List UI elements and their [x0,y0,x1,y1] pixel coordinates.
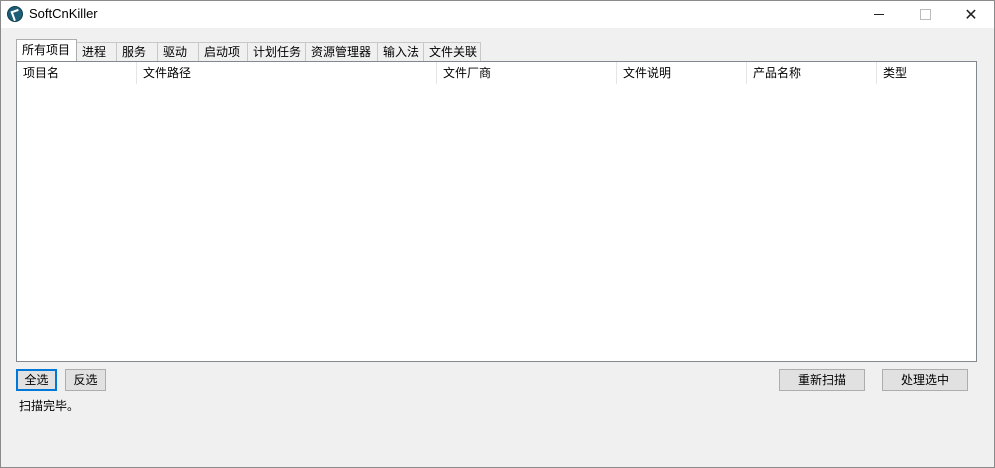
app-logo-icon [7,6,23,22]
rescan-button[interactable]: 重新扫描 [779,369,865,391]
process-selected-button[interactable]: 处理选中 [882,369,968,391]
close-button[interactable]: ✕ [948,1,994,28]
minimize-button[interactable] [856,1,902,28]
tab-scheduled-tasks[interactable]: 计划任务 [247,42,306,61]
list-header: 项目名 文件路径 文件厂商 文件说明 产品名称 类型 [17,62,976,84]
tab-services[interactable]: 服务 [116,42,158,61]
column-product-name[interactable]: 产品名称 [747,62,877,84]
invert-selection-button[interactable]: 反选 [65,369,106,391]
tab-input-method[interactable]: 输入法 [377,42,424,61]
window-title: SoftCnKiller [29,6,98,21]
tab-drivers[interactable]: 驱动 [157,42,199,61]
title-bar[interactable]: SoftCnKiller ✕ [1,1,994,28]
tab-file-association[interactable]: 文件关联 [423,42,481,61]
close-icon: ✕ [964,5,978,24]
tab-all-items[interactable]: 所有项目 [16,39,77,61]
column-type[interactable]: 类型 [877,62,976,84]
column-file-path[interactable]: 文件路径 [137,62,437,84]
status-text: 扫描完毕。 [19,399,80,413]
select-all-button[interactable]: 全选 [16,369,57,391]
tab-explorer[interactable]: 资源管理器 [305,42,378,61]
column-vendor[interactable]: 文件厂商 [437,62,617,84]
maximize-icon [919,8,931,20]
app-window: SoftCnKiller ✕ 所有项目 进程 服务 驱动 启动项 计划任务 资源… [0,0,995,468]
minimize-icon [874,13,884,15]
maximize-button[interactable] [902,1,948,28]
tab-strip: 所有项目 进程 服务 驱动 启动项 计划任务 资源管理器 输入法 文件关联 [16,39,481,61]
tab-startup[interactable]: 启动项 [198,42,248,61]
column-description[interactable]: 文件说明 [617,62,747,84]
tab-processes[interactable]: 进程 [76,42,117,61]
column-item-name[interactable]: 项目名 [17,62,137,84]
items-list[interactable]: 项目名 文件路径 文件厂商 文件说明 产品名称 类型 [16,61,977,362]
